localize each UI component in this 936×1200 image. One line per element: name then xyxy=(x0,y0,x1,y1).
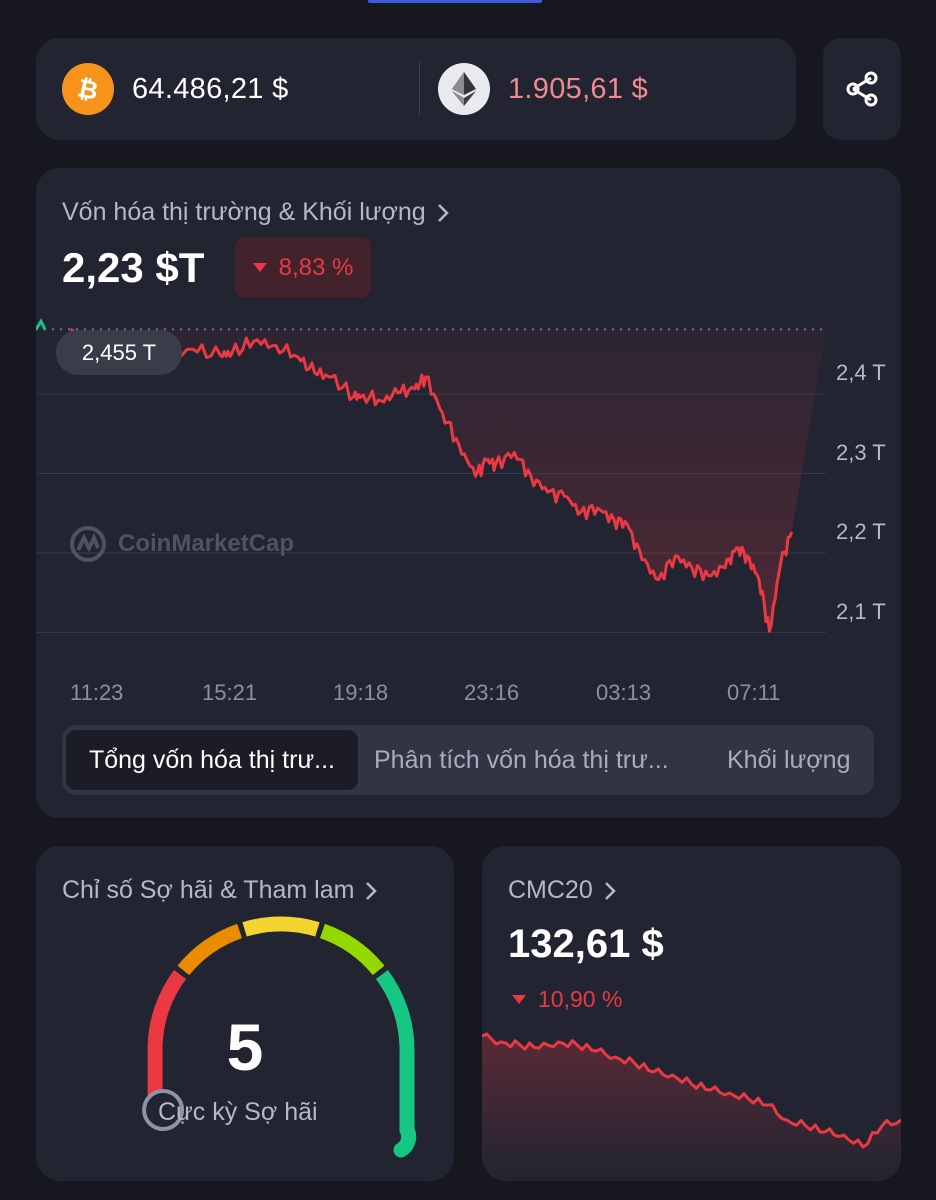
cmc20-card[interactable]: CMC20 132,61 $ 10,90 % xyxy=(482,846,901,1181)
chart-series-start xyxy=(36,318,47,331)
fear-greed-value: 5 xyxy=(226,1010,264,1084)
tab-volume[interactable]: Khối lượng xyxy=(727,730,850,790)
chart-hover-label: 2,455 T xyxy=(56,330,182,375)
tab-market-cap-analysis[interactable]: Phân tích vốn hóa thị trư... xyxy=(374,730,669,790)
y-tick: 2,1 T xyxy=(836,599,886,624)
x-tick: 19:18 xyxy=(333,680,389,705)
market-cap-chart[interactable] xyxy=(36,168,901,668)
share-icon xyxy=(846,71,878,107)
market-cap-card: Vốn hóa thị trường & Khối lượng 2,23 $T … xyxy=(36,168,901,818)
bitcoin-icon: ₿ xyxy=(62,63,114,115)
y-tick: 2,2 T xyxy=(836,519,886,544)
x-tick: 11:23 xyxy=(70,680,124,705)
eth-price: 1.905,61 $ xyxy=(508,72,649,105)
chart-tab-bar: Tổng vốn hóa thị trư... Phân tích vốn hó… xyxy=(62,725,874,795)
eth-ticker[interactable]: 1.905,61 $ xyxy=(438,63,648,115)
y-tick: 2,3 T xyxy=(836,440,886,465)
fear-greed-card[interactable]: Chỉ số Sợ hãi & Tham lam 5 Cực kỳ Sợ hãi xyxy=(36,846,454,1181)
x-tick: 07:11 xyxy=(727,680,781,705)
cmc20-sparkline xyxy=(482,1032,901,1181)
ticker-divider xyxy=(419,62,420,116)
ethereum-icon xyxy=(438,63,490,115)
gauge-segment xyxy=(319,923,385,976)
x-tick: 23:16 xyxy=(464,680,520,705)
share-button[interactable] xyxy=(823,38,901,140)
fear-greed-label: Cực kỳ Sợ hãi xyxy=(158,1098,318,1126)
btc-price: 64.486,21 $ xyxy=(132,72,289,105)
sparkline-area-fill xyxy=(482,1034,901,1181)
top-scroll-indicator xyxy=(368,0,542,3)
tab-total-market-cap[interactable]: Tổng vốn hóa thị trư... xyxy=(66,730,358,790)
gauge-segment xyxy=(177,923,243,976)
y-tick: 2,4 T xyxy=(836,360,886,385)
svg-text:₿: ₿ xyxy=(75,74,101,104)
coinmarketcap-logo-icon xyxy=(70,526,106,562)
btc-ticker[interactable]: ₿ 64.486,21 $ xyxy=(62,63,289,115)
coinmarketcap-watermark: CoinMarketCap xyxy=(68,524,294,564)
price-ticker-bar[interactable]: ₿ 64.486,21 $ 1.905,61 $ xyxy=(36,38,796,140)
x-tick: 03:13 xyxy=(596,680,652,705)
x-tick: 15:21 xyxy=(202,680,258,705)
gauge-segment xyxy=(242,916,320,937)
